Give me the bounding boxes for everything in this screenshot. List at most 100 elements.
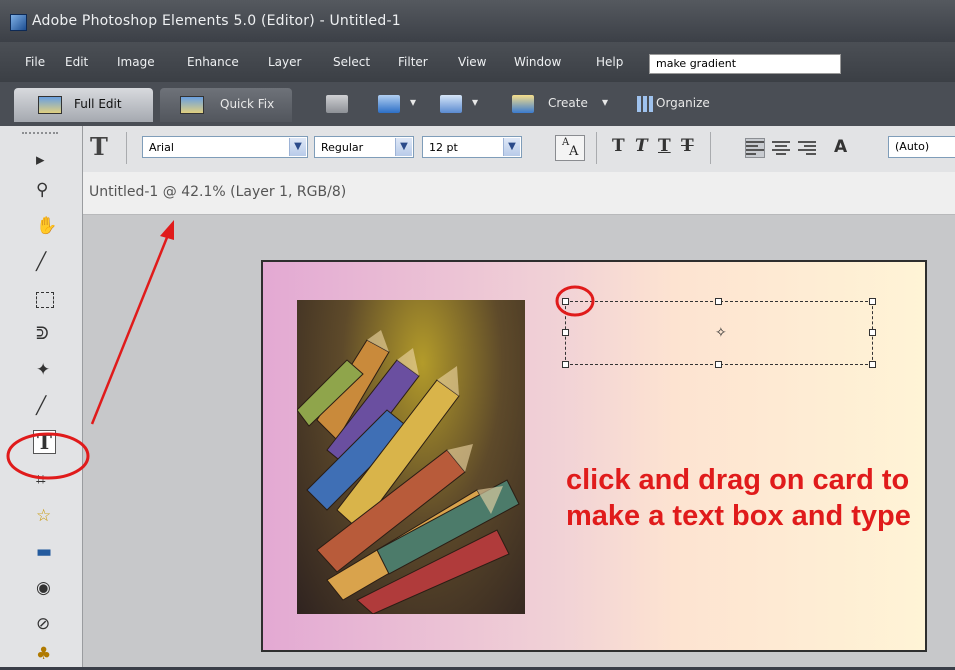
reference-point-icon[interactable]: ✧ xyxy=(715,326,727,340)
straighten-tool[interactable]: ▬ xyxy=(14,538,66,568)
organize-button[interactable]: Organize xyxy=(656,96,710,110)
menu-filter[interactable]: Filter xyxy=(398,55,428,69)
move-tool[interactable]: ▸ xyxy=(14,146,66,176)
shortcuts-bar: Full Edit Quick Fix ▾ ▾ Create ▾ Organiz… xyxy=(0,82,955,126)
leading-select[interactable]: (Auto) xyxy=(888,136,955,158)
resize-handle[interactable] xyxy=(562,298,569,305)
marquee-icon xyxy=(36,292,54,308)
menu-edit[interactable]: Edit xyxy=(65,55,88,69)
pencils-illustration xyxy=(297,330,520,614)
eyedropper-icon: ╱ xyxy=(36,252,47,272)
tool-options-bar: T Arial ▼ Regular ▼ 12 pt ▼ AA T T T T A… xyxy=(82,126,955,173)
hand-icon: ✋ xyxy=(36,216,58,236)
healing-brush-tool[interactable]: ⊘ xyxy=(14,610,66,640)
crop-tool[interactable]: ⌗ xyxy=(14,466,66,496)
organize-icon[interactable] xyxy=(637,96,653,112)
tab-quick-fix[interactable]: Quick Fix xyxy=(160,88,292,122)
menu-help[interactable]: Help xyxy=(596,55,623,69)
menu-view[interactable]: View xyxy=(458,55,486,69)
red-eye-tool[interactable]: ◉ xyxy=(14,574,66,604)
tab-quick-fix-label: Quick Fix xyxy=(220,97,275,111)
stamp-icon: ♣ xyxy=(36,644,52,664)
options-divider xyxy=(596,132,597,164)
marquee-tool[interactable] xyxy=(14,284,66,314)
type-icon: T xyxy=(33,430,56,454)
crop-icon: ⌗ xyxy=(36,470,46,490)
document-workspace[interactable]: Untitled-1 @ 42.1% (Layer 1, RGB/8) ✧ cl… xyxy=(83,172,955,667)
italic-button[interactable]: T xyxy=(635,136,648,160)
share-dropdown-arrow-icon[interactable]: ▾ xyxy=(410,95,416,109)
email-icon[interactable] xyxy=(440,95,462,113)
magic-wand-icon: ✦ xyxy=(36,360,51,380)
brush-tool[interactable]: ╱ xyxy=(14,392,66,422)
document-title: Untitled-1 @ 42.1% (Layer 1, RGB/8) xyxy=(89,184,347,200)
chevron-down-icon: ▼ xyxy=(289,138,306,156)
colored-pencils-photo xyxy=(297,300,525,614)
clone-stamp-tool[interactable]: ♣ xyxy=(14,640,66,670)
title-bar: Adobe Photoshop Elements 5.0 (Editor) - … xyxy=(0,0,955,42)
align-right-icon[interactable] xyxy=(798,139,816,157)
type-tool-options-icon: T xyxy=(90,132,108,161)
bandage-icon: ⊘ xyxy=(36,614,51,634)
resize-handle[interactable] xyxy=(562,361,569,368)
lasso-icon: ᕲ xyxy=(36,324,49,344)
menu-file[interactable]: File xyxy=(25,55,45,69)
magic-wand-tool[interactable]: ✦ xyxy=(14,356,66,386)
create-button[interactable]: Create xyxy=(548,96,588,110)
zoom-tool[interactable]: ⚲ xyxy=(14,176,66,206)
resize-handle[interactable] xyxy=(562,329,569,336)
resize-handle[interactable] xyxy=(869,361,876,368)
options-divider xyxy=(710,132,711,164)
align-center-icon[interactable] xyxy=(772,139,790,157)
resize-handle[interactable] xyxy=(869,298,876,305)
help-search-input[interactable]: make gradient xyxy=(649,54,841,74)
type-tool[interactable]: T xyxy=(14,428,66,458)
resize-handle[interactable] xyxy=(869,329,876,336)
underline-button[interactable]: T xyxy=(658,136,671,160)
chevron-down-icon: ▼ xyxy=(503,138,520,156)
tutorial-instruction-text: click and drag on card to make a text bo… xyxy=(566,464,911,532)
tab-full-edit[interactable]: Full Edit xyxy=(14,88,153,122)
font-size-select[interactable]: 12 pt ▼ xyxy=(422,136,522,158)
options-divider xyxy=(126,132,127,164)
document-title-bar: Untitled-1 @ 42.1% (Layer 1, RGB/8) xyxy=(83,172,955,215)
anti-aliasing-button[interactable]: AA xyxy=(555,135,585,161)
menu-enhance[interactable]: Enhance xyxy=(187,55,239,69)
resize-handle[interactable] xyxy=(715,361,722,368)
window-title: Adobe Photoshop Elements 5.0 (Editor) - … xyxy=(32,13,401,29)
create-dropdown-arrow-icon[interactable]: ▾ xyxy=(602,95,608,109)
font-style-select[interactable]: Regular ▼ xyxy=(314,136,414,158)
chevron-down-icon: ▼ xyxy=(395,138,412,156)
menu-window[interactable]: Window xyxy=(514,55,561,69)
eye-icon: ◉ xyxy=(36,578,51,598)
star-icon: ☆ xyxy=(36,506,52,526)
move-icon: ▸ xyxy=(36,150,45,170)
eyedropper-tool[interactable]: ╱ xyxy=(14,248,66,278)
photoshop-elements-icon xyxy=(10,14,27,31)
lasso-tool[interactable]: ᕲ xyxy=(14,320,66,350)
strikethrough-button[interactable]: T xyxy=(681,136,694,160)
bold-button[interactable]: T xyxy=(612,136,625,160)
card-canvas[interactable]: ✧ click and drag on card to make a text … xyxy=(261,260,927,652)
create-icon[interactable] xyxy=(512,95,534,113)
print-icon[interactable] xyxy=(326,95,348,113)
quick-fix-icon xyxy=(180,96,204,114)
toolbox: ▸ ⚲ ✋ ╱ ᕲ ✦ ╱ T ⌗ ☆ ▬ ◉ ⊘ ♣ xyxy=(0,126,83,667)
menu-image[interactable]: Image xyxy=(117,55,155,69)
leading-icon: A xyxy=(834,137,848,157)
full-edit-icon xyxy=(38,96,62,114)
align-left-icon[interactable] xyxy=(745,138,765,158)
hand-tool[interactable]: ✋ xyxy=(14,212,66,242)
font-family-select[interactable]: Arial ▼ xyxy=(142,136,308,158)
resize-handle[interactable] xyxy=(715,298,722,305)
straighten-icon: ▬ xyxy=(36,542,53,562)
menu-bar: File Edit Image Enhance Layer Select Fil… xyxy=(0,42,955,82)
toolbox-grip[interactable] xyxy=(22,132,58,136)
menu-layer[interactable]: Layer xyxy=(268,55,301,69)
menu-select[interactable]: Select xyxy=(333,55,370,69)
cookie-cutter-tool[interactable]: ☆ xyxy=(14,502,66,532)
font-size-value: 12 pt xyxy=(429,141,458,154)
share-icon[interactable] xyxy=(378,95,400,113)
text-bounding-box[interactable]: ✧ xyxy=(562,298,876,368)
email-dropdown-arrow-icon[interactable]: ▾ xyxy=(472,95,478,109)
